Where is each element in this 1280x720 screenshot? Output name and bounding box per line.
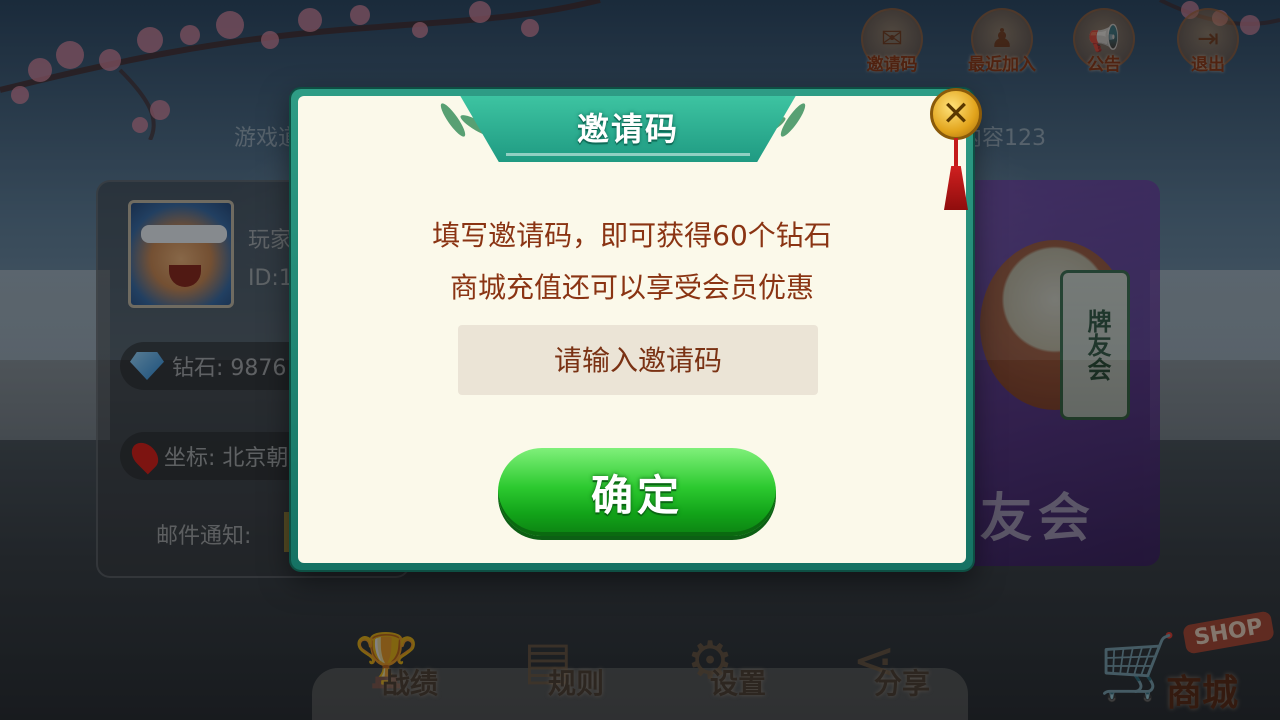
tassel-cord [954, 138, 958, 168]
confirm-button[interactable]: 确定 [498, 448, 776, 536]
close-button[interactable]: ✕ [930, 88, 982, 140]
dialog-description-line1: 填写邀请码，即可获得60个钻石 [432, 219, 832, 252]
invite-code-input[interactable] [458, 325, 818, 395]
dialog-title-banner: 邀请码 [458, 96, 798, 162]
dialog-title: 邀请码 [576, 110, 679, 148]
invite-code-dialog: 邀请码 填写邀请码，即可获得60个钻石 商城充值还可以享受会员优惠 确定 [291, 89, 973, 570]
close-x-icon: ✕ [941, 94, 971, 134]
dialog-description-line2: 商城充值还可以享受会员优惠 [449, 271, 814, 304]
invite-code-dialog-body: 邀请码 填写邀请码，即可获得60个钻石 商城充值还可以享受会员优惠 确定 [298, 96, 966, 563]
